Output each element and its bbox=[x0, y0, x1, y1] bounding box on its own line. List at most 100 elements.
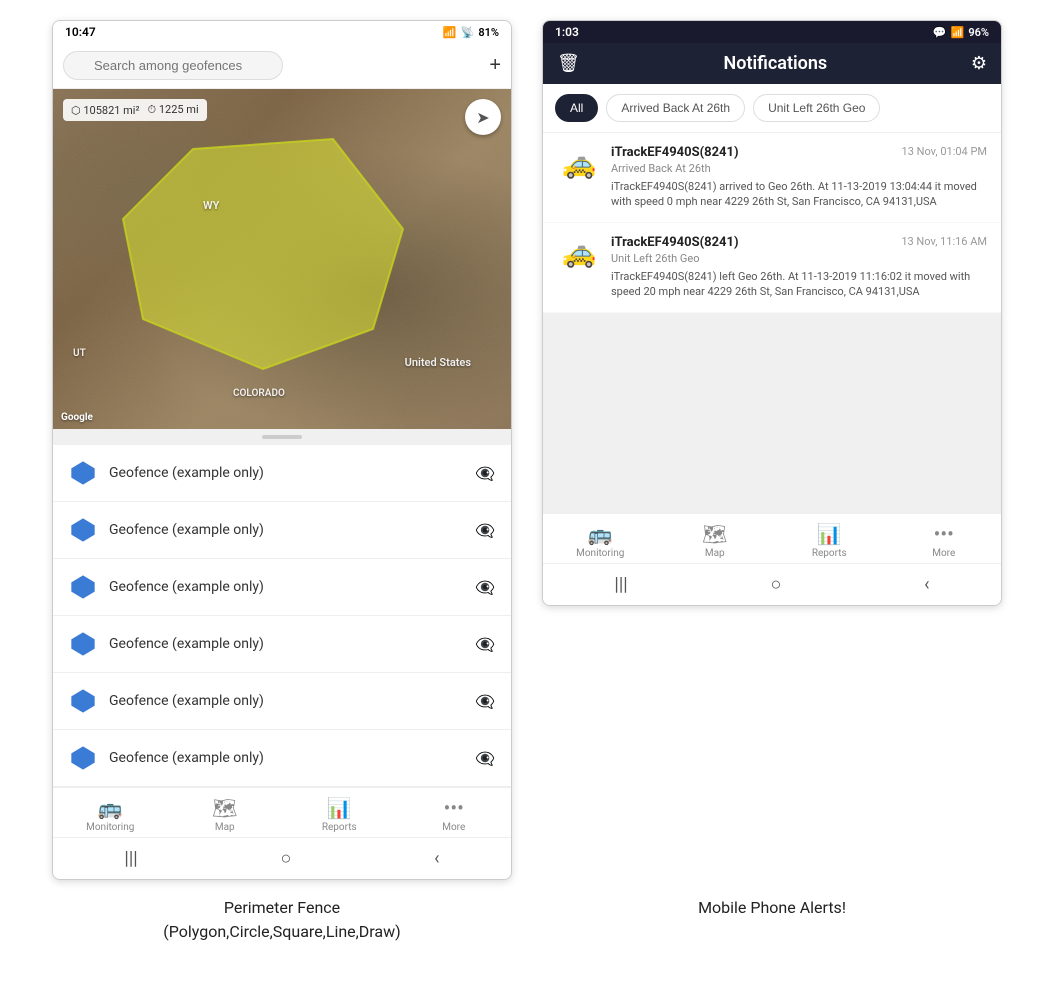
notif-content-1: iTrackEF4940S(8241) 13 Nov, 01:04 PM Arr… bbox=[611, 145, 987, 210]
geofence-shape-icon-1 bbox=[69, 459, 97, 487]
geofence-visibility-1[interactable]: 👁‍🗨 bbox=[475, 464, 495, 483]
notification-item-2[interactable]: 🚕 iTrackEF4940S(8241) 13 Nov, 11:16 AM U… bbox=[543, 223, 1001, 312]
map-icon: 🗺 bbox=[212, 796, 237, 820]
left-time: 10:47 bbox=[65, 25, 96, 39]
geofence-name-2: Geofence (example only) bbox=[109, 522, 463, 538]
add-geofence-button[interactable]: + bbox=[489, 54, 501, 77]
notif-time-2: 13 Nov, 11:16 AM bbox=[901, 235, 987, 248]
right-map-icon: 🗺 bbox=[702, 522, 727, 546]
monitoring-icon: 🚌 bbox=[98, 796, 123, 820]
notif-event-2: Unit Left 26th Geo bbox=[611, 252, 987, 265]
search-bar: 🔍 + bbox=[53, 43, 511, 89]
right-chat-icon: 💬 bbox=[933, 26, 947, 39]
geofence-item-4[interactable]: Geofence (example only) 👁‍🗨 bbox=[53, 616, 511, 673]
nav-monitoring[interactable]: 🚌 Monitoring bbox=[53, 796, 168, 833]
monitoring-label: Monitoring bbox=[86, 822, 134, 833]
reports-icon: 📊 bbox=[327, 796, 352, 820]
geofence-item-2[interactable]: Geofence (example only) 👁‍🗨 bbox=[53, 502, 511, 559]
geofence-polygon bbox=[113, 129, 413, 389]
geofence-visibility-6[interactable]: 👁‍🗨 bbox=[475, 749, 495, 768]
nav-more[interactable]: ••• More bbox=[397, 796, 512, 833]
notif-time-1: 13 Nov, 01:04 PM bbox=[902, 145, 987, 158]
nav-map[interactable]: 🗺 Map bbox=[168, 796, 283, 833]
android-home-btn[interactable]: ○ bbox=[280, 848, 291, 869]
right-wifi-icon: 📶 bbox=[951, 26, 965, 39]
geofence-name-4: Geofence (example only) bbox=[109, 636, 463, 652]
right-android-back[interactable]: ‹ bbox=[924, 574, 929, 595]
android-nav-left: ||| ○ ‹ bbox=[53, 837, 511, 879]
car-icon-1: 🚕 bbox=[562, 147, 597, 180]
scroll-dot bbox=[262, 435, 302, 439]
scroll-indicator bbox=[53, 429, 511, 445]
android-nav-right: ||| ○ ‹ bbox=[543, 563, 1001, 605]
geofence-item-6[interactable]: Geofence (example only) 👁‍🗨 bbox=[53, 730, 511, 787]
right-monitoring-label: Monitoring bbox=[576, 548, 624, 559]
android-back-btn[interactable]: ‹ bbox=[434, 848, 439, 869]
geofence-item-5[interactable]: Geofence (example only) 👁‍🗨 bbox=[53, 673, 511, 730]
right-android-recents[interactable]: ||| bbox=[614, 574, 627, 595]
notification-item-1[interactable]: 🚕 iTrackEF4940S(8241) 13 Nov, 01:04 PM A… bbox=[543, 133, 1001, 222]
geofence-visibility-5[interactable]: 👁‍🗨 bbox=[475, 692, 495, 711]
tab-unit-left[interactable]: Unit Left 26th Geo bbox=[753, 94, 880, 122]
map-area[interactable]: WY United States COLORADO UT ⬡ 105821 mi… bbox=[53, 89, 511, 429]
right-battery: 96% bbox=[968, 26, 989, 39]
delete-icon[interactable]: 🗑 bbox=[557, 53, 580, 74]
reports-label: Reports bbox=[322, 822, 357, 833]
notifications-title: Notifications bbox=[592, 53, 959, 74]
right-nav-monitoring[interactable]: 🚌 Monitoring bbox=[543, 522, 658, 559]
compass-button[interactable]: ➤ bbox=[465, 99, 501, 135]
car-icon-2: 🚕 bbox=[562, 236, 597, 269]
geofence-shape-icon-2 bbox=[69, 516, 97, 544]
more-label: More bbox=[442, 822, 465, 833]
right-phone: 1:03 💬 📶 96% 🗑 Notifications ⚙ All Arriv… bbox=[542, 20, 1002, 606]
map-label: Map bbox=[215, 822, 235, 833]
notif-device-1: iTrackEF4940S(8241) bbox=[611, 145, 739, 160]
notif-top-row-1: iTrackEF4940S(8241) 13 Nov, 01:04 PM bbox=[611, 145, 987, 160]
geofence-shape-icon-6 bbox=[69, 744, 97, 772]
notif-avatar-2: 🚕 bbox=[557, 235, 601, 271]
search-wrap: 🔍 bbox=[63, 51, 481, 80]
android-recents-btn[interactable]: ||| bbox=[124, 848, 137, 869]
map-label-wy: WY bbox=[203, 199, 219, 212]
geofence-visibility-4[interactable]: 👁‍🗨 bbox=[475, 635, 495, 654]
geofence-visibility-2[interactable]: 👁‍🗨 bbox=[475, 521, 495, 540]
right-android-home[interactable]: ○ bbox=[770, 574, 781, 595]
notifications-header: 🗑 Notifications ⚙ bbox=[543, 43, 1001, 84]
geofence-name-5: Geofence (example only) bbox=[109, 693, 463, 709]
notif-avatar-1: 🚕 bbox=[557, 145, 601, 181]
bottom-nav-right: 🚌 Monitoring 🗺 Map 📊 Reports ••• More bbox=[543, 513, 1001, 563]
geofence-item-3[interactable]: Geofence (example only) 👁‍🗨 bbox=[53, 559, 511, 616]
geofence-name-3: Geofence (example only) bbox=[109, 579, 463, 595]
nav-reports[interactable]: 📊 Reports bbox=[282, 796, 397, 833]
map-label-co: COLORADO bbox=[233, 388, 285, 399]
notif-message-1: iTrackEF4940S(8241) arrived to Geo 26th.… bbox=[611, 179, 987, 210]
tab-all[interactable]: All bbox=[555, 94, 598, 122]
right-nav-reports[interactable]: 📊 Reports bbox=[772, 522, 887, 559]
geofence-shape-icon-5 bbox=[69, 687, 97, 715]
left-phone: 10:47 📶 📡 81% 🔍 + WY United S bbox=[52, 20, 512, 880]
left-battery: 81% bbox=[478, 26, 499, 39]
map-label-ut: UT bbox=[73, 348, 86, 359]
map-stats: ⬡ 105821 mi² ⏱ 1225 mi bbox=[63, 99, 207, 121]
left-status-bar: 10:47 📶 📡 81% bbox=[53, 21, 511, 43]
notification-tabs: All Arrived Back At 26th Unit Left 26th … bbox=[543, 84, 1001, 133]
bottom-nav-left: 🚌 Monitoring 🗺 Map 📊 Reports ••• More bbox=[53, 787, 511, 837]
right-nav-map[interactable]: 🗺 Map bbox=[658, 522, 773, 559]
geofence-visibility-3[interactable]: 👁‍🗨 bbox=[475, 578, 495, 597]
settings-icon[interactable]: ⚙ bbox=[971, 53, 987, 74]
right-nav-more[interactable]: ••• More bbox=[887, 522, 1002, 559]
right-caption: Mobile Phone Alerts! bbox=[542, 896, 1002, 944]
map-terrain: WY United States COLORADO UT ⬡ 105821 mi… bbox=[53, 89, 511, 429]
geofence-item-1[interactable]: Geofence (example only) 👁‍🗨 bbox=[53, 445, 511, 502]
right-status-bar: 1:03 💬 📶 96% bbox=[543, 21, 1001, 43]
notif-content-2: iTrackEF4940S(8241) 13 Nov, 11:16 AM Uni… bbox=[611, 235, 987, 300]
notif-empty-area bbox=[543, 313, 1001, 513]
geofence-list: Geofence (example only) 👁‍🗨 Geofence (ex… bbox=[53, 445, 511, 787]
captions-row: Perimeter Fence(Polygon,Circle,Square,Li… bbox=[0, 880, 1054, 964]
tab-arrived[interactable]: Arrived Back At 26th bbox=[606, 94, 745, 122]
map-label-us: United States bbox=[405, 356, 471, 369]
search-input[interactable] bbox=[63, 51, 283, 80]
map-area-stat: ⬡ 105821 mi² bbox=[71, 104, 140, 117]
left-signal-icon: 📡 bbox=[461, 26, 475, 39]
right-more-label: More bbox=[932, 548, 955, 559]
